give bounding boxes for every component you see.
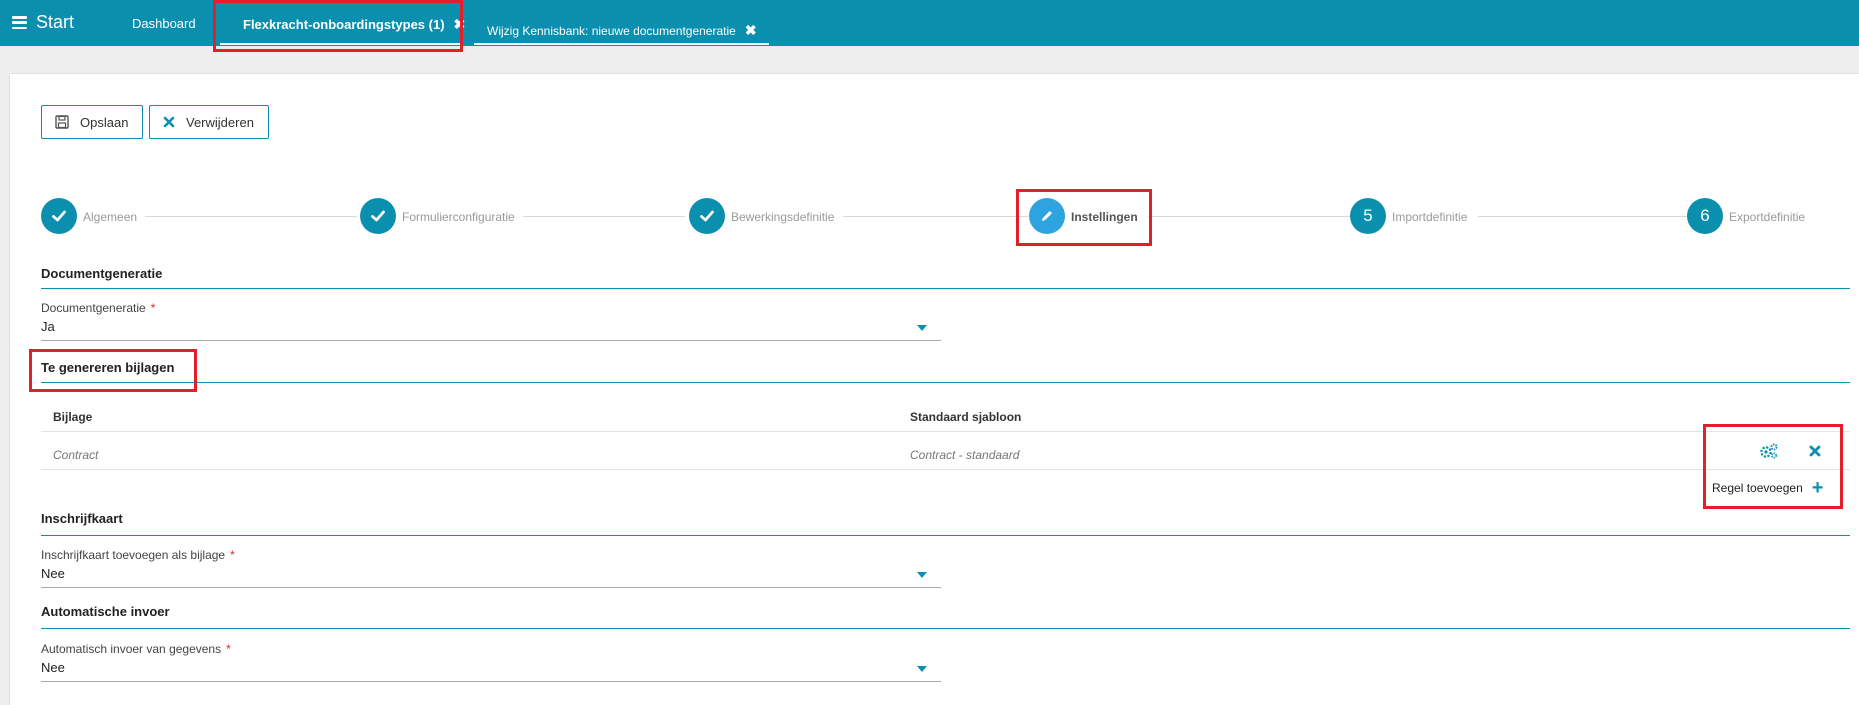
inschrijfkaart-select-underline bbox=[41, 587, 941, 588]
row-delete-button[interactable] bbox=[1805, 441, 1825, 461]
step-exportdefinitie-circle[interactable]: 6 bbox=[1687, 198, 1723, 234]
section-divider bbox=[41, 288, 1850, 289]
section-divider bbox=[41, 628, 1850, 629]
step-number: 6 bbox=[1700, 206, 1710, 225]
inschrijfkaart-select-value[interactable]: Nee bbox=[41, 566, 65, 581]
step-connector bbox=[1478, 216, 1697, 217]
step-instellingen-circle[interactable] bbox=[1029, 198, 1065, 234]
table-cell-bijlage: Contract bbox=[53, 448, 99, 462]
documentgeneratie-field-label: Documentgeneratie * bbox=[41, 301, 156, 315]
tab-underline bbox=[474, 43, 769, 45]
table-header-divider bbox=[41, 431, 1850, 432]
main-panel: Opslaan Verwijderen Algemeen Formulierco… bbox=[10, 74, 1859, 705]
tab-label: Flexkracht-onboardingstypes (1) bbox=[243, 17, 445, 32]
step-bewerkingsdefinitie-circle[interactable] bbox=[689, 198, 725, 234]
active-tab-indicator bbox=[220, 43, 461, 45]
step-connector bbox=[843, 216, 1028, 217]
tab-label: Dashboard bbox=[132, 16, 196, 31]
check-icon bbox=[371, 210, 385, 222]
step-instellingen-label[interactable]: Instellingen bbox=[1071, 210, 1138, 224]
step-number: 5 bbox=[1363, 206, 1373, 225]
tab-dashboard[interactable]: Dashboard bbox=[132, 16, 196, 31]
check-icon bbox=[52, 210, 66, 222]
section-divider bbox=[41, 535, 1850, 536]
section-divider bbox=[41, 382, 1850, 383]
step-formulierconfiguratie-label[interactable]: Formulierconfiguratie bbox=[402, 210, 515, 224]
hamburger-menu-icon bbox=[12, 16, 27, 29]
automatische-invoer-select-value[interactable]: Nee bbox=[41, 660, 65, 675]
start-label: Start bbox=[36, 12, 75, 32]
step-exportdefinitie-label[interactable]: Exportdefinitie bbox=[1729, 210, 1805, 224]
inschrijfkaart-field-label: Inschrijfkaart toevoegen als bijlage * bbox=[41, 548, 235, 562]
top-navigation-bar: Start Dashboard Flexkracht-onboardingsty… bbox=[0, 0, 1859, 46]
step-algemeen-circle[interactable] bbox=[41, 198, 77, 234]
section-title-documentgeneratie: Documentgeneratie bbox=[41, 266, 163, 281]
close-icon bbox=[163, 116, 175, 128]
chevron-down-icon[interactable] bbox=[917, 666, 927, 672]
step-formulierconfiguratie-circle[interactable] bbox=[360, 198, 396, 234]
save-button[interactable]: Opslaan bbox=[41, 105, 143, 139]
step-algemeen-label[interactable]: Algemeen bbox=[83, 210, 137, 224]
table-cell-sjabloon: Contract - standaard bbox=[910, 448, 1020, 462]
required-marker: * bbox=[226, 642, 231, 656]
section-title-automatische-invoer: Automatische invoer bbox=[41, 604, 170, 619]
tab-wijzig-kennisbank[interactable]: Wijzig Kennisbank: nieuwe documentgenera… bbox=[487, 22, 757, 39]
check-icon bbox=[700, 210, 714, 222]
section-title-te-genereren-bijlagen: Te genereren bijlagen bbox=[41, 360, 175, 375]
automatische-invoer-field-label: Automatisch invoer van gegevens * bbox=[41, 642, 231, 656]
floppy-disk-icon bbox=[55, 115, 69, 129]
column-header-bijlage: Bijlage bbox=[53, 410, 93, 424]
step-bewerkingsdefinitie-label[interactable]: Bewerkingsdefinitie bbox=[731, 210, 834, 224]
delete-label: Verwijderen bbox=[186, 114, 254, 130]
cogs-icon bbox=[1760, 443, 1778, 459]
close-tab-icon[interactable]: ✖ bbox=[454, 16, 466, 33]
required-marker: * bbox=[150, 301, 156, 315]
step-connector bbox=[523, 216, 685, 217]
required-marker: * bbox=[230, 548, 235, 562]
close-tab-icon[interactable]: ✖ bbox=[745, 22, 757, 39]
section-title-inschrijfkaart: Inschrijfkaart bbox=[41, 511, 123, 526]
plus-icon: + bbox=[1811, 477, 1824, 499]
add-row-label: Regel toevoegen bbox=[1712, 481, 1803, 495]
start-menu-button[interactable]: Start bbox=[12, 12, 74, 33]
step-connector bbox=[1148, 216, 1360, 217]
row-settings-button[interactable] bbox=[1758, 440, 1780, 462]
add-row-button[interactable]: Regel toevoegen + bbox=[1712, 478, 1823, 498]
chevron-down-icon[interactable] bbox=[917, 325, 927, 331]
column-header-standaard-sjabloon: Standaard sjabloon bbox=[910, 410, 1022, 424]
automatische-invoer-select-underline bbox=[41, 681, 941, 682]
table-row-divider bbox=[41, 469, 1850, 470]
save-label: Opslaan bbox=[80, 114, 129, 130]
step-connector bbox=[145, 216, 357, 217]
documentgeneratie-select-value[interactable]: Ja bbox=[41, 319, 55, 334]
chevron-down-icon[interactable] bbox=[917, 572, 927, 578]
pencil-icon bbox=[1042, 211, 1052, 221]
tab-label: Wijzig Kennisbank: nieuwe documentgenera… bbox=[487, 23, 736, 38]
tab-flexkracht-onboardingstypes[interactable]: Flexkracht-onboardingstypes (1) ✖ bbox=[243, 16, 465, 33]
step-importdefinitie-circle[interactable]: 5 bbox=[1350, 198, 1386, 234]
step-importdefinitie-label[interactable]: Importdefinitie bbox=[1392, 210, 1467, 224]
delete-button[interactable]: Verwijderen bbox=[149, 105, 269, 139]
documentgeneratie-select-underline bbox=[41, 340, 941, 341]
close-icon bbox=[1809, 445, 1821, 457]
